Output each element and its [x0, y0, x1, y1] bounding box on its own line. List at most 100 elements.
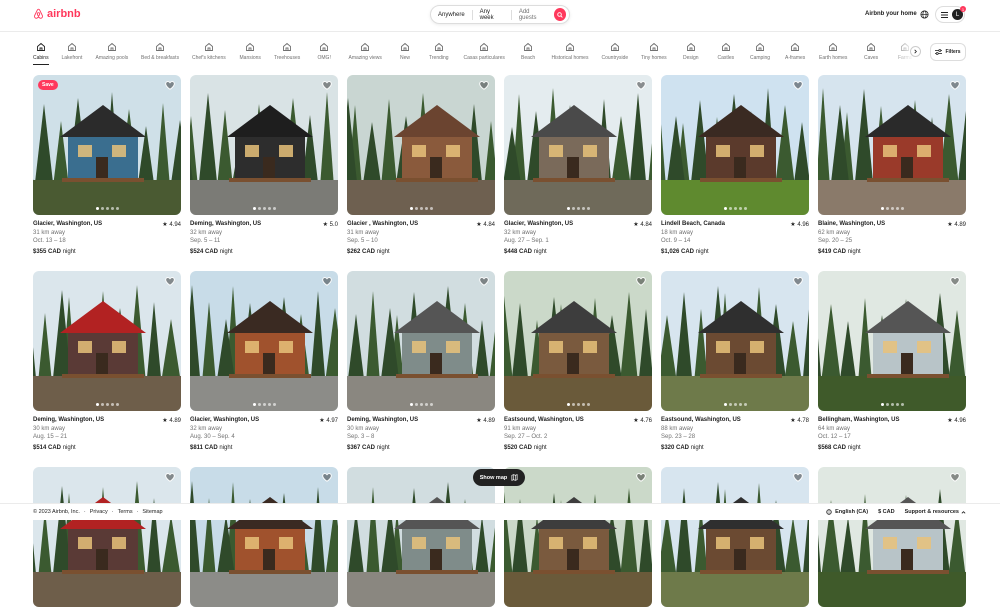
support-button[interactable]: Support & resources [905, 509, 966, 515]
currency-button[interactable]: $ CAD [878, 509, 895, 515]
category-treehouses[interactable]: Treehouses [274, 42, 300, 61]
globe-icon[interactable] [920, 10, 929, 19]
category-next-button[interactable] [910, 46, 921, 57]
heart-icon[interactable] [165, 81, 175, 90]
heart-icon[interactable] [636, 81, 646, 90]
heart-icon[interactable] [479, 81, 489, 90]
search-icon [557, 11, 563, 18]
airbnb-your-home-link[interactable]: Airbnb your home [865, 11, 917, 17]
privacy-link[interactable]: Privacy [90, 509, 108, 515]
listing-price-line: $320 CAD night [661, 445, 809, 451]
listing-photo[interactable] [33, 271, 181, 411]
category-beach[interactable]: Beach [521, 42, 535, 61]
terms-link[interactable]: Terms [118, 509, 133, 515]
listing-photo-partial[interactable] [33, 467, 181, 607]
star-icon: ★ [790, 222, 796, 228]
category-tiny-homes[interactable]: Tiny homes [641, 42, 667, 61]
listing-card[interactable]: Save Glacier, Washington, US ★ 4.94 31 k… [33, 75, 181, 255]
search-anywhere[interactable]: Anywhere [431, 6, 472, 23]
listing-dates: Aug. 27 – Sep. 1 [504, 238, 549, 244]
heart-icon[interactable] [950, 473, 960, 482]
heart-icon[interactable] [322, 473, 332, 482]
category-omg[interactable]: OMG! [318, 42, 331, 61]
heart-icon[interactable] [950, 277, 960, 286]
heart-icon[interactable] [793, 473, 803, 482]
heart-icon[interactable] [322, 277, 332, 286]
listing-photo[interactable] [661, 75, 809, 215]
listing-rating: ★ 4.97 [319, 417, 338, 424]
category-cabins[interactable]: Cabins [33, 42, 49, 65]
category-new[interactable]: New [400, 42, 410, 61]
category-icon [204, 42, 213, 51]
category-mansions[interactable]: Mansions [240, 42, 261, 61]
listing-photo[interactable] [661, 271, 809, 411]
search-bar[interactable]: Anywhere Any week Add guests [430, 5, 570, 24]
listing-card[interactable]: Eastsound, Washington, US ★ 4.78 88 km a… [661, 271, 809, 451]
listing-photo[interactable] [504, 75, 652, 215]
airbnb-logo-icon [34, 8, 43, 19]
heart-icon[interactable] [636, 473, 646, 482]
listing-photo[interactable] [347, 271, 495, 411]
heart-icon[interactable] [793, 277, 803, 286]
heart-icon[interactable] [165, 473, 175, 482]
show-map-button[interactable]: Show map [473, 469, 525, 486]
airbnb-logo[interactable]: airbnb [33, 8, 81, 20]
user-menu-button[interactable]: L1 [935, 6, 966, 23]
listing-card[interactable]: Lindell Beach, Canada ★ 4.96 18 km away … [661, 75, 809, 255]
listing-location: Eastsound, Washington, US [504, 417, 584, 423]
listing-photo[interactable] [347, 75, 495, 215]
listing-photo-partial[interactable] [818, 467, 966, 607]
category-icon [756, 42, 764, 51]
sitemap-link[interactable]: Sitemap [142, 509, 162, 515]
category-a-frames[interactable]: A-frames [785, 42, 805, 61]
heart-icon[interactable] [165, 277, 175, 286]
photo-pagination [504, 403, 652, 406]
category-bed-breakfasts[interactable]: Bed & breakfasts [141, 42, 179, 61]
listing-distance: 32 km away [190, 426, 223, 432]
listing-photo[interactable] [504, 271, 652, 411]
listing-photo[interactable] [818, 75, 966, 215]
listing-photo-partial[interactable] [661, 467, 809, 607]
heart-icon[interactable] [479, 277, 489, 286]
category-amazing-views[interactable]: Amazing views [349, 42, 382, 61]
category-trending[interactable]: Trending [429, 42, 449, 61]
category-caves[interactable]: Caves [864, 42, 878, 61]
listing-card[interactable]: Deming, Washington, US ★ 4.89 30 km away… [347, 271, 495, 451]
category-historical-homes[interactable]: Historical homes [552, 42, 588, 61]
language-button[interactable]: English (CA) [826, 509, 868, 515]
category-camping[interactable]: Camping [750, 42, 770, 61]
search-button[interactable] [553, 8, 567, 21]
listing-price: $367 CAD [347, 445, 376, 451]
listing-photo[interactable]: Save [33, 75, 181, 215]
listing-photo-partial[interactable] [347, 467, 495, 607]
category-countryside[interactable]: Countryside [602, 42, 628, 61]
heart-icon[interactable] [636, 277, 646, 286]
listing-card[interactable]: Glacier, Washington, US ★ 4.97 32 km awa… [190, 271, 338, 451]
listing-card[interactable]: Blaine, Washington, US ★ 4.89 62 km away… [818, 75, 966, 255]
listing-card[interactable]: Eastsound, Washington, US ★ 4.76 91 km a… [504, 271, 652, 451]
listing-card[interactable]: Deming, Washington, US ★ 5.0 32 km away … [190, 75, 338, 255]
search-add-guests[interactable]: Add guests [512, 6, 554, 23]
category-design[interactable]: Design [683, 42, 699, 61]
heart-icon[interactable] [793, 81, 803, 90]
listing-card[interactable]: Glacier, Washington, US ★ 4.84 32 km awa… [504, 75, 652, 255]
listing-card[interactable]: Deming, Washington, US ★ 4.89 30 km away… [33, 271, 181, 451]
category-casas-particulares[interactable]: Casas particulares [464, 42, 505, 61]
category-amazing-pools[interactable]: Amazing pools [96, 42, 128, 61]
listing-photo-image [818, 271, 966, 411]
listing-photo[interactable] [190, 75, 338, 215]
category-castles[interactable]: Castles [718, 42, 734, 61]
category-chef-s-kitchens[interactable]: Chef's kitchens [192, 42, 226, 61]
listing-photo-partial[interactable] [504, 467, 652, 607]
listing-photo[interactable] [190, 271, 338, 411]
category-lakefront[interactable]: Lakefront [62, 42, 82, 61]
heart-icon[interactable] [322, 81, 332, 90]
category-earth-homes[interactable]: Earth homes [819, 42, 847, 61]
listing-card[interactable]: Bellingham, Washington, US ★ 4.96 64 km … [818, 271, 966, 451]
listing-photo[interactable] [818, 271, 966, 411]
listing-photo-partial[interactable] [190, 467, 338, 607]
filters-button[interactable]: Filters [930, 43, 966, 61]
heart-icon[interactable] [950, 81, 960, 90]
listing-card[interactable]: Glacier , Washington, US ★ 4.84 31 km aw… [347, 75, 495, 255]
search-any-week[interactable]: Any week [473, 6, 511, 23]
